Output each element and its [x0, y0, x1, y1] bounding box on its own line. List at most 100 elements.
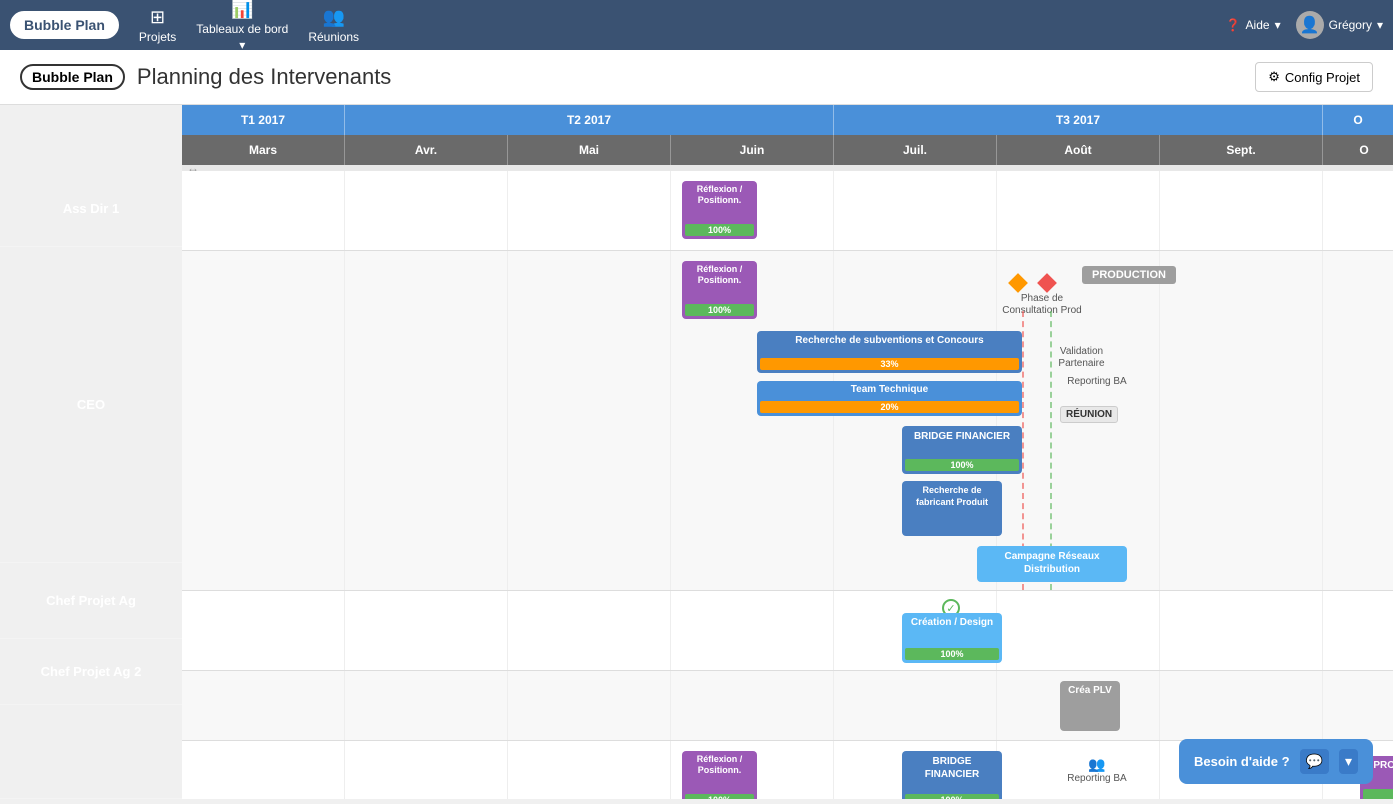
bubble-team-tech[interactable]: Team Technique 20% [757, 381, 1022, 416]
col-mars-chef2 [182, 671, 345, 740]
reporting-ba2-label: 👥 Reporting BA [1062, 756, 1132, 785]
page-logo: Bubble Plan [20, 64, 125, 90]
page-header: Bubble Plan Planning des Intervenants ⚙ … [0, 50, 1393, 105]
phase-consultation-label: Phase de Consultation Prod [1002, 293, 1082, 317]
bubble-reflexion-assdir-label: Réflexion / Positionn. [686, 184, 753, 206]
month-header: Mars Avr. Mai Juin Juil. Août Sept. O [182, 135, 1393, 165]
col-oct-assdir [1323, 171, 1393, 250]
month-oct: O [1323, 135, 1393, 165]
col-mars-ceo [182, 251, 345, 590]
col-oct-chef1 [1323, 591, 1393, 670]
nav-aide[interactable]: ❓ Aide ▾ [1226, 18, 1281, 32]
aide-icon: ❓ [1226, 18, 1241, 32]
bubble-bridge-fin2[interactable]: BRIDGE FINANCIER 100% [902, 751, 1002, 799]
col-mars-bot [182, 741, 345, 799]
col-juil-ceo [834, 251, 997, 590]
nav-tableaux[interactable]: 📊 Tableaux de bord ▾ [196, 0, 288, 52]
bubble-creation-design[interactable]: Création / Design 100% [902, 613, 1002, 663]
bubble-recherche-fab[interactable]: Recherche de fabricant Produit [902, 481, 1002, 536]
month-juin: Juin [671, 135, 834, 165]
nav-right: ❓ Aide ▾ 👤 Grégory ▾ [1226, 11, 1383, 39]
sidebar-row-assdir[interactable]: Ass Dir 1 [0, 171, 182, 247]
col-mai-chef2 [508, 671, 671, 740]
header-left: Bubble Plan Planning des Intervenants [20, 64, 391, 90]
sidebar-row-chef2[interactable]: Chef Projet Ag 2 [0, 639, 182, 705]
col-mai-chef1 [508, 591, 671, 670]
row-ceo: Réflexion / Positionn. 100% Phase de Con… [182, 251, 1393, 591]
bubble-crea-plv[interactable]: Créa PLV [1060, 681, 1120, 731]
help-widget[interactable]: Besoin d'aide ? 💬 ▾ [1179, 739, 1373, 784]
gantt-chart-area: T1 2017 T2 2017 T3 2017 O Mars Avr. Mai … [182, 105, 1393, 799]
nav-left: Bubble Plan ⊞ Projets 📊 Tableaux de bord… [10, 0, 359, 52]
tableaux-icon: 📊 [231, 0, 253, 20]
bubble-campagne[interactable]: Campagne Réseaux Distribution [977, 546, 1127, 582]
col-mai-assdir [508, 171, 671, 250]
month-aout: Août [997, 135, 1160, 165]
gantt-body: Réflexion / Positionn. 100% Réflexion / … [182, 171, 1393, 799]
row-assdir: Réflexion / Positionn. 100% [182, 171, 1393, 251]
nav-projets[interactable]: ⊞ Projets [139, 7, 176, 44]
col-sept-chef1 [1160, 591, 1323, 670]
month-juil: Juil. [834, 135, 997, 165]
bubble-reflexion-ceo[interactable]: Réflexion / Positionn. 100% [682, 261, 757, 319]
bubble-reflexion-assdir[interactable]: Réflexion / Positionn. 100% [682, 181, 757, 239]
sidebar-row-ceo[interactable]: CEO [0, 247, 182, 563]
col-sept-assdir [1160, 171, 1323, 250]
col-mars-chef1 [182, 591, 345, 670]
row-chef1: ✓ Création / Design 100% [182, 591, 1393, 671]
col-mars-assdir [182, 171, 345, 250]
help-expand-button[interactable]: ▾ [1339, 749, 1358, 774]
col-juil-chef2 [834, 671, 997, 740]
col-aout-chef1 [997, 591, 1160, 670]
help-chat-button[interactable]: 💬 [1300, 749, 1329, 774]
month-avr: Avr. [345, 135, 508, 165]
quarter-t2: T2 2017 [345, 105, 834, 135]
col-juin-chef2 [671, 671, 834, 740]
production-label[interactable]: PRODUCTION [1082, 266, 1176, 284]
month-sept: Sept. [1160, 135, 1323, 165]
quarter-t3: T3 2017 [834, 105, 1323, 135]
col-avr-bot [345, 741, 508, 799]
nav-user[interactable]: 👤 Grégory ▾ [1296, 11, 1383, 39]
page-title: Planning des Intervenants [137, 64, 391, 90]
col-avr-assdir [345, 171, 508, 250]
col-mai-ceo [508, 251, 671, 590]
reunions-icon: 👥 [322, 7, 344, 28]
col-avr-ceo [345, 251, 508, 590]
row-chef2: Créa PLV [182, 671, 1393, 741]
gantt-container: Ass Dir 1 CEO Chef Projet Ag Chef Projet… [0, 105, 1393, 799]
reporting-ba-label: Reporting BA [1062, 376, 1132, 388]
validation-partenaire-label: Validation Partenaire [1044, 346, 1119, 370]
quarter-header: T1 2017 T2 2017 T3 2017 O [182, 105, 1393, 135]
col-avr-chef1 [345, 591, 508, 670]
col-juin-chef1 [671, 591, 834, 670]
gear-icon: ⚙ [1268, 69, 1280, 85]
avatar: 👤 [1296, 11, 1324, 39]
quarter-t1: T1 2017 [182, 105, 345, 135]
col-sept-ceo [1160, 251, 1323, 590]
config-projet-button[interactable]: ⚙ Config Projet [1255, 62, 1373, 92]
projets-icon: ⊞ [150, 7, 165, 28]
reunion-badge-ceo[interactable]: RÉUNION [1060, 406, 1118, 423]
help-text: Besoin d'aide ? [1194, 754, 1290, 769]
nav-reunions[interactable]: 👥 Réunions [308, 7, 359, 44]
col-avr-chef2 [345, 671, 508, 740]
top-navigation: Bubble Plan ⊞ Projets 📊 Tableaux de bord… [0, 0, 1393, 50]
bubble-bridge-fin1[interactable]: BRIDGE FINANCIER 100% [902, 426, 1022, 474]
col-oct-ceo [1323, 251, 1393, 590]
gantt-sidebar: Ass Dir 1 CEO Chef Projet Ag Chef Projet… [0, 171, 182, 799]
col-juil-assdir [834, 171, 997, 250]
bubble-reflexion-bot[interactable]: Réflexion / Positionn. 100% [682, 751, 757, 799]
quarter-q4: O [1323, 105, 1393, 135]
sidebar-row-bottom[interactable] [0, 705, 182, 799]
brand-logo[interactable]: Bubble Plan [10, 11, 119, 39]
sidebar-row-chef1[interactable]: Chef Projet Ag [0, 563, 182, 639]
bubble-recherche-subv[interactable]: Recherche de subventions et Concours 33% [757, 331, 1022, 373]
bubble-reflexion-assdir-progress: 100% [685, 224, 754, 236]
col-mai-bot [508, 741, 671, 799]
col-aout-assdir [997, 171, 1160, 250]
col-oct-chef2 [1323, 671, 1393, 740]
col-sept-chef2 [1160, 671, 1323, 740]
month-mars: Mars [182, 135, 345, 165]
month-mai: Mai [508, 135, 671, 165]
